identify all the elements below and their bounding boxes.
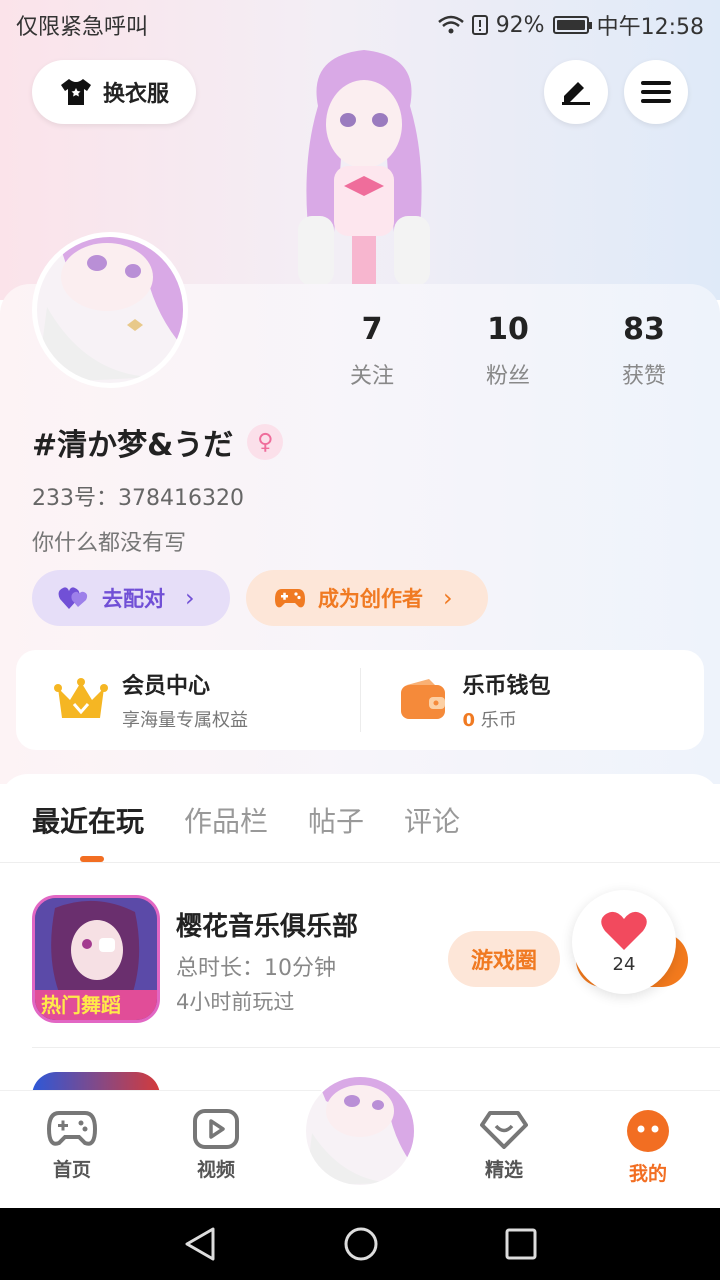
- chevron-right-icon: ›: [443, 584, 453, 612]
- change-outfit-label: 换衣服: [102, 82, 169, 107]
- wifi-icon: [437, 15, 464, 34]
- game-last-played: 4小时前玩过: [176, 990, 295, 1014]
- coin-balance: 0: [462, 710, 476, 731]
- tab-posts[interactable]: 帖子: [308, 800, 364, 840]
- avatar-character-figure[interactable]: [268, 46, 460, 286]
- crown-icon: [54, 678, 108, 718]
- carrier-text: 仅限紧急呼叫: [16, 15, 149, 40]
- edit-profile-button[interactable]: [544, 60, 608, 124]
- member-center-entry[interactable]: 会员中心 享海量专属权益: [16, 650, 360, 750]
- followers-count: 10: [487, 312, 529, 347]
- tab-works[interactable]: 作品栏: [184, 800, 268, 840]
- nav-featured[interactable]: 精选: [449, 1091, 559, 1209]
- become-creator-label: 成为创作者: [318, 587, 423, 611]
- nav-label: 首页: [52, 1159, 91, 1181]
- following-count: 7: [361, 312, 383, 347]
- shirt-icon: [60, 79, 91, 105]
- likes-label: 获赞: [621, 364, 666, 389]
- stat-followers[interactable]: 10 粉丝: [440, 312, 576, 390]
- heart-icon: [601, 911, 647, 950]
- stat-following[interactable]: 7 关注: [304, 312, 440, 390]
- coin-unit: 乐币: [475, 710, 517, 731]
- game-name[interactable]: 樱花音乐俱乐部: [176, 906, 358, 943]
- nav-label: 视频: [196, 1159, 235, 1181]
- member-center-title: 会员中心: [122, 674, 211, 699]
- nav-home[interactable]: 首页: [17, 1091, 127, 1209]
- sim-alert-icon: [471, 15, 488, 35]
- game-total-duration: 总时长：10分钟: [176, 956, 336, 981]
- hamburger-icon: [641, 81, 671, 103]
- game-icon[interactable]: 热门舞蹈: [32, 895, 160, 1023]
- battery-icon: [552, 16, 592, 34]
- tab-recently-played[interactable]: 最近在玩: [32, 800, 144, 840]
- back-icon[interactable]: [183, 1226, 217, 1262]
- recents-icon[interactable]: [505, 1228, 537, 1260]
- change-outfit-button[interactable]: 换衣服: [32, 60, 196, 124]
- wallet-icon: [400, 679, 445, 719]
- user-id[interactable]: 233号：378416320: [32, 480, 244, 512]
- bio[interactable]: 你什么都没有写: [32, 525, 186, 557]
- become-creator-button[interactable]: 成为创作者 ›: [246, 570, 488, 626]
- gamepad-icon: [47, 1111, 97, 1146]
- divider: [0, 862, 720, 863]
- home-icon[interactable]: [343, 1226, 379, 1262]
- following-label: 关注: [349, 364, 394, 389]
- clock: 中午12:58: [596, 15, 704, 40]
- nav-label: 我的: [628, 1163, 667, 1185]
- video-play-icon: [193, 1109, 239, 1149]
- tab-comments[interactable]: 评论: [404, 800, 460, 840]
- menu-button[interactable]: [624, 60, 688, 124]
- diamond-heart-icon: [480, 1111, 528, 1149]
- like-count: 24: [612, 953, 636, 975]
- member-center-subtitle: 享海量专属权益: [122, 710, 248, 731]
- coin-wallet-entry[interactable]: 乐币钱包 0 乐币: [361, 650, 705, 750]
- likes-count: 83: [623, 312, 665, 347]
- game-circle-button[interactable]: 游戏圈: [448, 931, 560, 987]
- stat-likes[interactable]: 83 获赞: [576, 312, 712, 390]
- username: #清か梦&うだ: [32, 428, 234, 463]
- battery-percent: 92%: [495, 12, 545, 38]
- game-icon-text: 热门舞蹈: [41, 993, 121, 1017]
- member-card: 会员中心 享海量专属权益 乐币钱包 0 乐币: [16, 650, 704, 750]
- status-bar: 仅限紧急呼叫 92% 中午12:58: [0, 0, 720, 50]
- followers-label: 粉丝: [485, 364, 530, 389]
- nav-video[interactable]: 视频: [161, 1091, 271, 1209]
- hearts-icon: [58, 587, 88, 609]
- chevron-right-icon: ›: [185, 584, 195, 612]
- divider: [32, 1047, 720, 1048]
- avatar[interactable]: [32, 232, 188, 388]
- match-label: 去配对: [102, 587, 165, 611]
- pen-icon: [562, 82, 590, 105]
- nav-center-avatar[interactable]: [304, 1075, 416, 1187]
- gamepad-icon: [275, 589, 305, 608]
- face-icon: [627, 1110, 669, 1152]
- nav-label: 精选: [484, 1159, 523, 1181]
- match-button[interactable]: 去配对 ›: [32, 570, 230, 626]
- nav-me[interactable]: 我的: [593, 1091, 703, 1209]
- wallet-title: 乐币钱包: [462, 674, 551, 699]
- profile-stats: 7 关注 10 粉丝 83 获赞: [304, 312, 720, 390]
- like-bubble[interactable]: 24: [572, 890, 676, 994]
- profile-tabs: 最近在玩 作品栏 帖子 评论: [32, 800, 460, 840]
- system-navigation-bar: [0, 1208, 720, 1280]
- female-gender-icon: ♀: [247, 424, 284, 460]
